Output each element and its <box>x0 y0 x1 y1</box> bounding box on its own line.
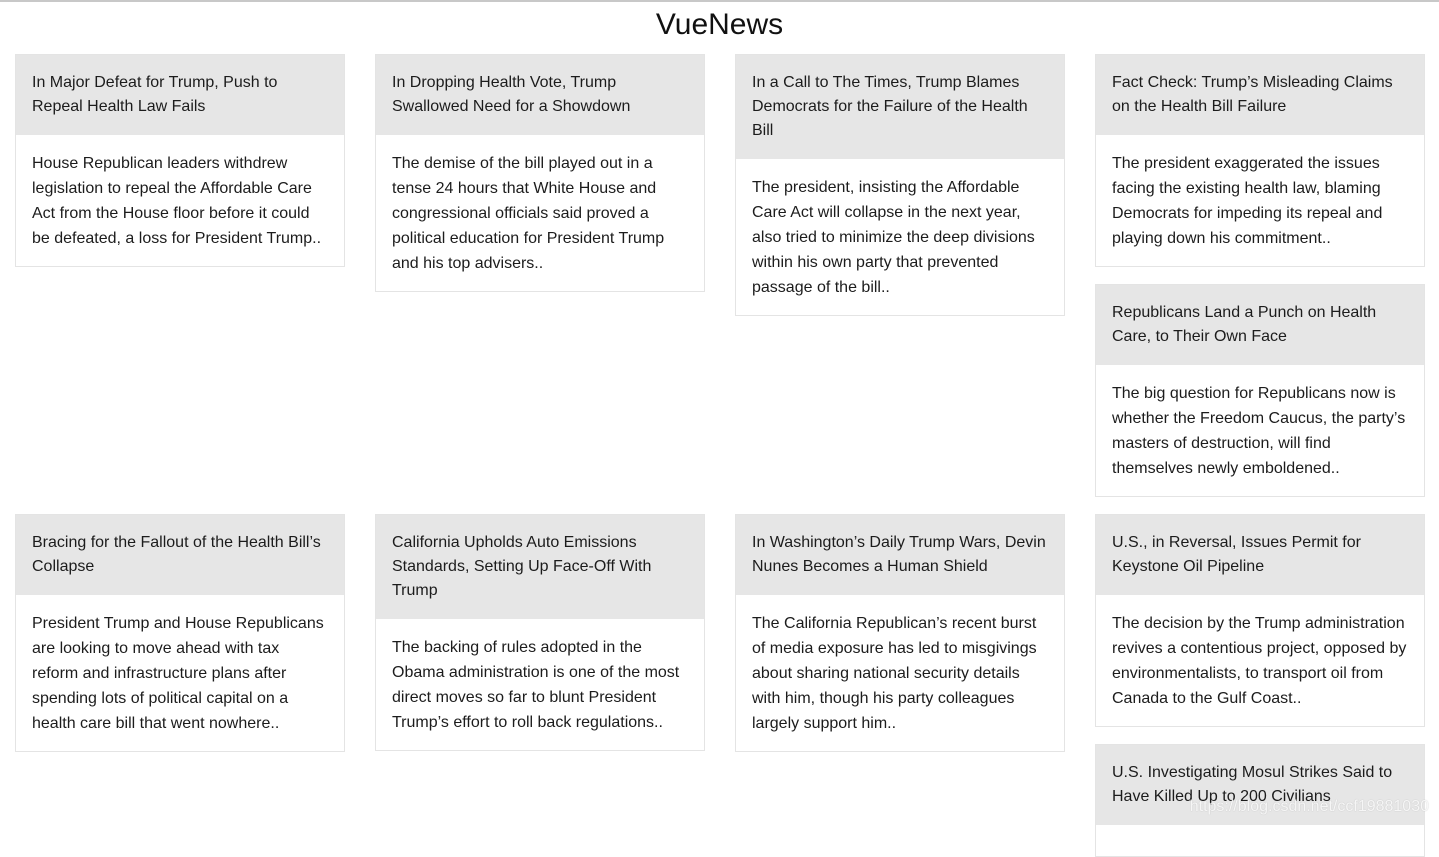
news-card[interactable]: In a Call to The Times, Trump Blames Dem… <box>735 54 1065 316</box>
news-card[interactable]: In Washington’s Daily Trump Wars, Devin … <box>735 514 1065 752</box>
app-title: VueNews <box>655 8 784 41</box>
news-card-abstract: The president, insisting the Affordable … <box>752 179 1035 296</box>
news-card-abstract: The big question for Republicans now is … <box>1112 385 1406 477</box>
news-card-title[interactable]: U.S., in Reversal, Issues Permit for Key… <box>1096 515 1424 595</box>
news-card-title[interactable]: Bracing for the Fallout of the Health Bi… <box>16 515 344 595</box>
news-card-abstract: The California Republican’s recent burst… <box>752 615 1037 732</box>
window-top-border <box>0 0 1439 2</box>
news-card[interactable]: U.S., in Reversal, Issues Permit for Key… <box>1095 514 1425 727</box>
news-card-abstract: President Trump and House Republicans ar… <box>32 615 324 732</box>
news-card[interactable]: California Upholds Auto Emissions Standa… <box>375 514 705 751</box>
news-card-title[interactable]: California Upholds Auto Emissions Standa… <box>376 515 704 619</box>
news-card[interactable]: In Major Defeat for Trump, Push to Repea… <box>15 54 345 267</box>
news-card-abstract: The decision by the Trump administration… <box>1112 615 1407 707</box>
news-card-abstract <box>1096 825 1424 856</box>
news-card-title[interactable]: In Dropping Health Vote, Trump Swallowed… <box>376 55 704 135</box>
news-card-abstract: The demise of the bill played out in a t… <box>392 155 665 272</box>
news-card-title[interactable]: In Washington’s Daily Trump Wars, Devin … <box>736 515 1064 595</box>
news-card[interactable]: Bracing for the Fallout of the Health Bi… <box>15 514 345 752</box>
news-card[interactable]: In Dropping Health Vote, Trump Swallowed… <box>375 54 705 292</box>
news-card-title[interactable]: U.S. Investigating Mosul Strikes Said to… <box>1096 745 1424 825</box>
news-card[interactable]: U.S. Investigating Mosul Strikes Said to… <box>1095 744 1425 857</box>
news-card-abstract: House Republican leaders withdrew legisl… <box>32 155 322 247</box>
news-card-abstract: The backing of rules adopted in the Obam… <box>392 639 680 731</box>
news-card-abstract: The president exaggerated the issues fac… <box>1112 155 1383 247</box>
news-card-title[interactable]: Fact Check: Trump’s Misleading Claims on… <box>1096 55 1424 135</box>
news-card-title[interactable]: In a Call to The Times, Trump Blames Dem… <box>736 55 1064 159</box>
news-card[interactable]: Fact Check: Trump’s Misleading Claims on… <box>1095 54 1425 267</box>
news-card-title[interactable]: Republicans Land a Punch on Health Care,… <box>1096 285 1424 365</box>
news-card[interactable]: Republicans Land a Punch on Health Care,… <box>1095 284 1425 497</box>
news-card-title[interactable]: In Major Defeat for Trump, Push to Repea… <box>16 55 344 135</box>
